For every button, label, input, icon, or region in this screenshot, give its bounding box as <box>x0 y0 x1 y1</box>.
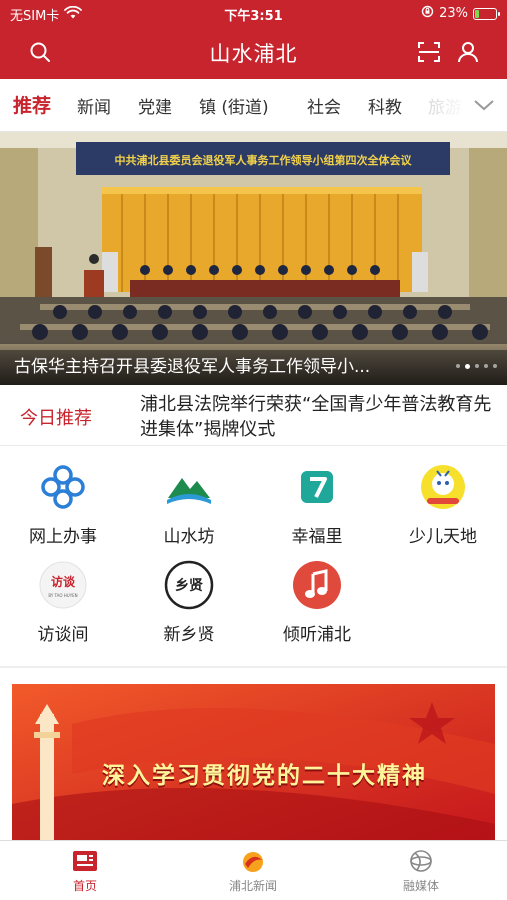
hero-carousel[interactable]: 中共浦北县委员会退役军人事务工作领导小组第四次全体会议 古保华主持召开县委退役军… <box>0 132 507 385</box>
globe-icon <box>407 847 435 875</box>
tab-recommend[interactable]: 推荐 <box>13 91 51 118</box>
tab-science-education[interactable]: 科教 <box>368 93 402 118</box>
promo-banner[interactable]: 深入学习贯彻党的二十大精神 <box>12 684 495 840</box>
nav-home[interactable]: 首页 <box>30 847 140 894</box>
status-right: 23% <box>421 5 500 22</box>
service-listen-pubei[interactable]: 倾听浦北 <box>262 560 372 645</box>
service-label: 少儿天地 <box>409 527 477 547</box>
tab-party-building[interactable]: 党建 <box>138 93 172 118</box>
service-label: 山水坊 <box>163 527 215 547</box>
today-recommend-label: 今日推荐 <box>20 408 92 429</box>
calligraphy-logo-text: 乡贤 <box>175 578 203 594</box>
interview-logo-icon: 访谈 BY TAO HUYEN <box>38 560 88 610</box>
tab-tourism[interactable]: 旅游 <box>428 93 462 118</box>
carousel-dot <box>493 364 497 368</box>
battery-icon <box>473 7 500 20</box>
service-label: 新乡贤 <box>163 625 215 645</box>
service-new-sages[interactable]: 乡贤 新乡贤 <box>134 560 244 645</box>
nav-label: 浦北新闻 <box>228 879 277 893</box>
logo-icon <box>239 847 267 875</box>
interview-logo-subtext: BY TAO HUYEN <box>48 593 77 598</box>
nav-pubei-news[interactable]: 浦北新闻 <box>198 847 308 894</box>
clover-knot-icon <box>38 462 88 512</box>
tab-society[interactable]: 社会 <box>307 93 341 118</box>
interview-logo-text: 访谈 <box>51 574 76 589</box>
news-icon <box>71 847 99 875</box>
nav-label: 融媒体 <box>402 879 439 893</box>
hero-banner-text: 中共浦北县委员会退役军人事务工作领导小组第四次全体会议 <box>115 153 413 167</box>
service-label: 访谈间 <box>37 625 89 645</box>
channel-tabs: 推荐 新闻 党建 镇 (街道) 社会 科教 旅游 <box>0 79 507 132</box>
carousel-indicator <box>456 364 497 369</box>
calligraphy-logo-icon: 乡贤 <box>164 560 214 610</box>
service-label: 幸福里 <box>291 527 343 547</box>
carousel-dot <box>484 364 488 368</box>
service-xingfuli[interactable]: 幸福里 <box>262 462 372 547</box>
cartoon-mascot-icon <box>418 462 468 512</box>
mountain-icon <box>164 462 214 512</box>
hero-caption: 古保华主持召开县委退役军人事务工作领导小... <box>14 357 371 377</box>
service-online-affairs[interactable]: 网上办事 <box>8 462 118 547</box>
service-label: 倾听浦北 <box>283 625 351 645</box>
chevron-down-icon[interactable] <box>471 92 497 118</box>
status-bar: 无SIM卡 下午3:51 23% <box>0 0 507 26</box>
orientation-lock-icon <box>421 5 434 22</box>
bottom-nav: 首页 浦北新闻 融媒体 <box>0 840 507 900</box>
battery-percent: 23% <box>439 6 468 21</box>
title-bar: 山水浦北 <box>0 26 507 79</box>
carousel-dot <box>465 364 470 369</box>
tab-towns[interactable]: 镇 (街道) <box>199 93 269 118</box>
music-note-icon <box>292 560 342 610</box>
today-recommend: 今日推荐 浦北县法院举行荣获“全国青少年普法教育先进集体”揭牌仪式 <box>0 385 507 446</box>
carousel-dot <box>456 364 460 368</box>
scan-icon[interactable] <box>415 38 443 66</box>
service-kids-world[interactable]: 少儿天地 <box>388 462 498 547</box>
service-interview-room[interactable]: 访谈 BY TAO HUYEN 访谈间 <box>8 560 118 645</box>
carousel-dot <box>475 364 479 368</box>
user-icon[interactable] <box>454 38 482 66</box>
service-label: 网上办事 <box>29 527 97 547</box>
number-seven-icon <box>292 462 342 512</box>
service-shanshuifang[interactable]: 山水坊 <box>134 462 244 547</box>
nav-media[interactable]: 融媒体 <box>366 847 476 894</box>
section-divider <box>0 666 507 668</box>
tab-news[interactable]: 新闻 <box>77 93 111 118</box>
battery-level <box>475 9 480 18</box>
app-header: 无SIM卡 下午3:51 23% 山水浦北 <box>0 0 507 79</box>
today-headline[interactable]: 浦北县法院举行荣获“全国青少年普法教育先进集体”揭牌仪式 <box>140 392 495 442</box>
nav-label: 首页 <box>72 879 97 893</box>
promo-text: 深入学习贯彻党的二十大精神 <box>102 763 427 789</box>
